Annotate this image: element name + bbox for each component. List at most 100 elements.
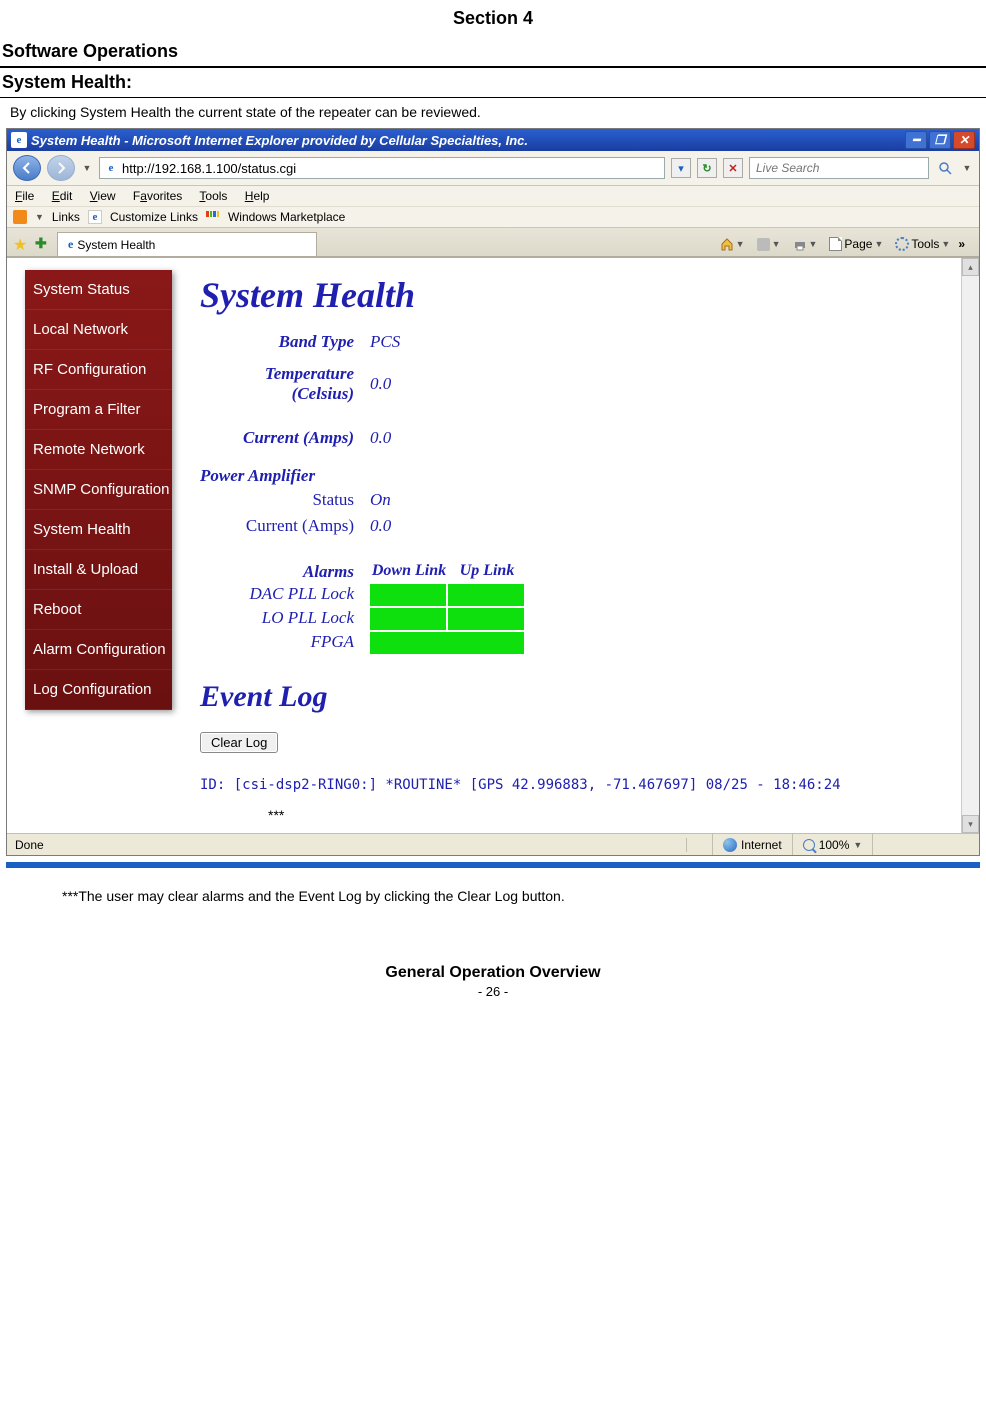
feed-icon[interactable] bbox=[13, 210, 27, 224]
tools-menu-button[interactable]: Tools ▼ bbox=[891, 235, 954, 253]
current-value: 0.0 bbox=[370, 428, 450, 448]
alarm-status-cell bbox=[370, 608, 446, 630]
command-bar: ▼ ▼ ▼ Page ▼ Tools ▼ » bbox=[716, 235, 973, 253]
alarm-status-cell bbox=[370, 632, 524, 654]
search-icon bbox=[938, 161, 952, 175]
home-icon bbox=[720, 238, 734, 251]
minimize-button[interactable]: ━ bbox=[905, 131, 927, 149]
alarm-row-fpga: FPGA bbox=[200, 632, 951, 654]
sidebar-item-alarm-configuration[interactable]: Alarm Configuration bbox=[25, 630, 172, 670]
sidebar-item-rf-configuration[interactable]: RF Configuration bbox=[25, 350, 172, 390]
browser-tab[interactable]: e System Health bbox=[57, 232, 317, 256]
back-button[interactable] bbox=[13, 155, 41, 181]
uplink-column-header: Up Link bbox=[448, 562, 526, 582]
add-favorite-icon[interactable]: ✚ bbox=[35, 235, 53, 253]
forward-button[interactable] bbox=[47, 155, 75, 181]
status-text: Done bbox=[7, 838, 687, 852]
magnifier-icon bbox=[803, 839, 815, 851]
print-icon bbox=[793, 238, 807, 251]
decorative-bottom-line bbox=[6, 862, 980, 868]
scroll-down-arrow-icon[interactable]: ▾ bbox=[962, 815, 979, 833]
ie-icon: e bbox=[11, 132, 27, 148]
alarm-row-dac-pll: DAC PLL Lock bbox=[200, 584, 951, 606]
sidebar-item-snmp-configuration[interactable]: SNMP Configuration bbox=[25, 470, 172, 510]
url-input[interactable] bbox=[122, 161, 660, 176]
sidebar-item-system-health[interactable]: System Health bbox=[25, 510, 172, 550]
band-type-value: PCS bbox=[370, 332, 450, 352]
sidebar-item-remote-network[interactable]: Remote Network bbox=[25, 430, 172, 470]
search-button[interactable] bbox=[935, 158, 955, 178]
feeds-button[interactable]: ▼ bbox=[753, 236, 785, 253]
status-bar: Done Internet 100% ▼ bbox=[7, 833, 979, 855]
menu-bar: File Edit View Favorites Tools Help bbox=[7, 186, 979, 207]
section-header: Section 4 bbox=[0, 0, 986, 37]
ie-link-icon: e bbox=[88, 210, 102, 224]
menu-help[interactable]: Help bbox=[245, 189, 270, 203]
menu-edit[interactable]: Edit bbox=[52, 189, 73, 203]
system-health-subheader: System Health: bbox=[0, 68, 986, 98]
favorites-star-icon[interactable]: ★ bbox=[13, 235, 31, 253]
expand-toolbar-button[interactable]: » bbox=[958, 237, 965, 251]
window-title: System Health - Microsoft Internet Explo… bbox=[31, 133, 528, 148]
downlink-column-header: Down Link bbox=[370, 562, 448, 582]
power-amplifier-header: Power Amplifier bbox=[200, 466, 951, 486]
current-label: Current (Amps) bbox=[200, 428, 370, 448]
home-button[interactable]: ▼ bbox=[716, 236, 749, 253]
tab-favicon-icon: e bbox=[68, 237, 73, 252]
nav-bar: ▼ e ▾ ↻ ✕ ▼ bbox=[7, 151, 979, 186]
page-title: System Health bbox=[200, 270, 951, 332]
rss-icon bbox=[757, 238, 770, 251]
alarms-header-row: Alarms Down Link Up Link bbox=[200, 562, 951, 582]
page-icon bbox=[829, 237, 842, 251]
windows-marketplace-link[interactable]: Windows Marketplace bbox=[228, 210, 345, 224]
feed-dropdown[interactable]: ▼ bbox=[35, 212, 44, 222]
sidebar-item-install-upload[interactable]: Install & Upload bbox=[25, 550, 172, 590]
menu-view[interactable]: View bbox=[90, 189, 116, 203]
menu-file[interactable]: File bbox=[15, 189, 34, 203]
intro-text: By clicking System Health the current st… bbox=[0, 98, 986, 126]
alarm-status-cell bbox=[448, 608, 524, 630]
gear-icon bbox=[895, 237, 909, 251]
menu-tools[interactable]: Tools bbox=[199, 189, 227, 203]
print-button[interactable]: ▼ bbox=[789, 236, 822, 253]
alarms-label: Alarms bbox=[200, 562, 370, 582]
pa-current-value: 0.0 bbox=[370, 516, 450, 536]
nav-history-dropdown[interactable]: ▼ bbox=[81, 162, 93, 174]
zoom-control[interactable]: 100% ▼ bbox=[793, 834, 874, 855]
page-content: System Status Local Network RF Configura… bbox=[7, 258, 979, 833]
page-footer: General Operation Overview - 26 - bbox=[0, 964, 986, 999]
arrow-left-icon bbox=[20, 161, 34, 175]
tab-bar: ★ ✚ e System Health ▼ ▼ ▼ Page ▼ bbox=[7, 228, 979, 258]
stop-button[interactable]: ✕ bbox=[723, 158, 743, 178]
search-input[interactable] bbox=[749, 157, 929, 179]
sidebar-item-local-network[interactable]: Local Network bbox=[25, 310, 172, 350]
page-menu-button[interactable]: Page ▼ bbox=[825, 235, 887, 253]
vertical-scrollbar[interactable]: ▴ ▾ bbox=[961, 258, 979, 833]
search-provider-dropdown[interactable]: ▼ bbox=[961, 162, 973, 174]
sidebar-item-system-status[interactable]: System Status bbox=[25, 270, 172, 310]
links-label: Links bbox=[52, 210, 80, 224]
internet-zone: Internet bbox=[713, 834, 793, 855]
alarm-status-cell bbox=[370, 584, 446, 606]
go-refresh-button[interactable]: ↻ bbox=[697, 158, 717, 178]
close-button[interactable]: ✕ bbox=[953, 131, 975, 149]
scroll-up-arrow-icon[interactable]: ▴ bbox=[962, 258, 979, 276]
maximize-button[interactable]: ❐ bbox=[929, 131, 951, 149]
clear-log-button[interactable]: Clear Log bbox=[200, 732, 278, 753]
temperature-value: 0.0 bbox=[370, 374, 450, 394]
windows-flag-icon bbox=[206, 210, 220, 224]
menu-favorites[interactable]: Favorites bbox=[133, 189, 182, 203]
sidebar-menu: System Status Local Network RF Configura… bbox=[25, 270, 172, 710]
window-title-bar: e System Health - Microsoft Internet Exp… bbox=[7, 129, 979, 151]
sidebar-item-program-filter[interactable]: Program a Filter bbox=[25, 390, 172, 430]
customize-links-link[interactable]: Customize Links bbox=[110, 210, 198, 224]
sidebar-item-log-configuration[interactable]: Log Configuration bbox=[25, 670, 172, 710]
footnote-text: ***The user may clear alarms and the Eve… bbox=[62, 888, 986, 904]
pa-status-label: Status bbox=[200, 490, 370, 510]
alarm-row-lo-pll: LO PLL Lock bbox=[200, 608, 951, 630]
temperature-label: Temperature(Celsius) bbox=[200, 364, 370, 404]
sidebar-item-reboot[interactable]: Reboot bbox=[25, 590, 172, 630]
globe-icon bbox=[723, 838, 737, 852]
footnote-marker: *** bbox=[268, 807, 951, 823]
address-dropdown[interactable]: ▾ bbox=[671, 158, 691, 178]
